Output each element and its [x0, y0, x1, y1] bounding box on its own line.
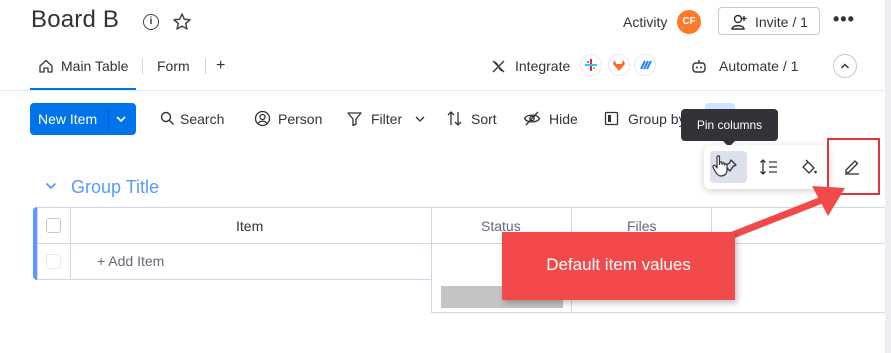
- divider: [0, 90, 885, 91]
- pin-columns-tooltip: Pin columns: [681, 109, 778, 147]
- select-all-checkbox[interactable]: [46, 218, 61, 233]
- new-item-label: New Item: [38, 111, 98, 127]
- slack-icon: [580, 54, 602, 76]
- add-view-button[interactable]: +: [216, 57, 225, 75]
- add-person-icon: [731, 14, 747, 30]
- tab-divider: [205, 58, 206, 74]
- home-icon: [39, 59, 53, 73]
- sort-icon: [447, 111, 462, 126]
- tab-main-table[interactable]: Main Table: [61, 58, 128, 74]
- group-by-icon: [604, 111, 619, 126]
- tab-form[interactable]: Form: [157, 58, 190, 74]
- default-item-values-callout: Default item values: [502, 232, 735, 300]
- tab-divider: [142, 58, 143, 74]
- chevron-down-icon[interactable]: [413, 113, 427, 125]
- column-divider: [70, 207, 71, 280]
- new-item-button[interactable]: New Item: [30, 103, 136, 135]
- activity-label[interactable]: Activity: [623, 14, 667, 30]
- hand-cursor-icon: [712, 155, 728, 177]
- board-title[interactable]: Board B: [31, 6, 119, 34]
- eye-hide-icon: [523, 111, 541, 126]
- filter-icon: [347, 112, 362, 127]
- hide-button[interactable]: Hide: [549, 111, 578, 127]
- row-height-icon[interactable]: [759, 158, 779, 176]
- scrollbar[interactable]: [885, 0, 891, 353]
- add-item-input[interactable]: + Add Item: [97, 253, 164, 269]
- group-by-button[interactable]: Group by: [628, 111, 686, 127]
- gitlab-icon: [608, 54, 630, 76]
- collapse-header-button[interactable]: [833, 54, 857, 78]
- person-filter-button[interactable]: Person: [278, 111, 322, 127]
- edit-defaults-icon[interactable]: [842, 156, 862, 176]
- chevron-down-icon[interactable]: [114, 113, 128, 125]
- more-options-icon[interactable]: •••: [833, 10, 855, 28]
- person-icon: [254, 110, 271, 127]
- search-button[interactable]: Search: [180, 111, 224, 127]
- sort-button[interactable]: Sort: [471, 111, 497, 127]
- summary-row-border: [432, 312, 885, 313]
- info-icon[interactable]: i: [143, 14, 159, 30]
- button-divider: [108, 107, 109, 131]
- integrate-label[interactable]: Integrate: [515, 58, 570, 74]
- row-checkbox[interactable]: [46, 254, 61, 269]
- automate-label[interactable]: Automate / 1: [719, 58, 798, 74]
- jira-icon: [634, 54, 656, 76]
- column-header-item[interactable]: Item: [236, 218, 263, 234]
- group-title[interactable]: Group Title: [71, 177, 159, 198]
- chevron-down-icon[interactable]: [44, 180, 58, 192]
- chevron-up-icon: [841, 63, 849, 69]
- filter-button[interactable]: Filter: [371, 111, 402, 127]
- avatar[interactable]: CF: [677, 10, 701, 34]
- search-icon: [160, 111, 174, 125]
- integrate-icon: [492, 60, 505, 73]
- automate-robot-icon: [692, 60, 706, 73]
- invite-label: Invite / 1: [755, 14, 808, 30]
- column-divider: [431, 207, 432, 313]
- paint-bucket-icon[interactable]: [800, 158, 818, 176]
- star-icon[interactable]: [172, 12, 192, 32]
